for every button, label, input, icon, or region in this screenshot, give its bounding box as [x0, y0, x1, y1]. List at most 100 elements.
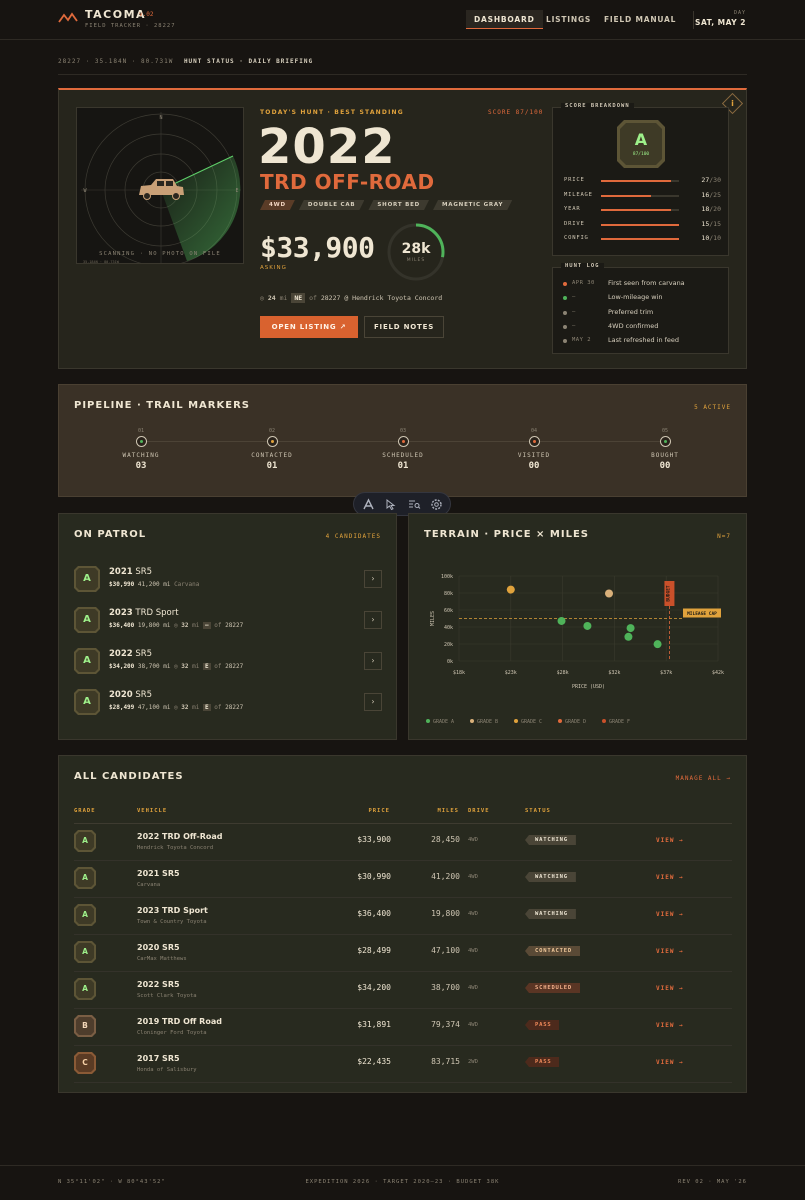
- price-cell: $28,499: [357, 946, 391, 955]
- score-bar: [601, 180, 679, 182]
- chevron-right-icon[interactable]: ›: [364, 570, 382, 588]
- direction-tag: —: [203, 622, 211, 629]
- of-label: of: [309, 294, 317, 302]
- score-label: PRICE: [564, 177, 585, 183]
- logo-icon[interactable]: [58, 12, 78, 24]
- stage-dot: [139, 440, 143, 443]
- score-value: 15/15: [701, 220, 721, 228]
- logo-icon[interactable]: [362, 498, 375, 511]
- view-link[interactable]: VIEW →: [656, 911, 684, 918]
- radar-placeholder: N E S W SCANNING · NO PHOTO ON FILE 35.1…: [76, 107, 244, 264]
- score-value: 27/30: [701, 176, 721, 184]
- view-link[interactable]: VIEW →: [656, 837, 684, 844]
- dealer-name: Town & Country Toyota: [137, 919, 207, 925]
- of-label: of: [214, 622, 222, 629]
- table-row[interactable]: B 2019 TRD Off Road Cloninger Ford Toyota $…: [74, 1009, 732, 1046]
- patrol-item[interactable]: A 2021 SR5 $30,990 41,200 mi Carvana ›: [74, 564, 382, 594]
- data-point[interactable]: [506, 585, 515, 594]
- cursor-icon[interactable]: [384, 498, 397, 511]
- table-row[interactable]: C 2017 SR5 Honda of Salisbury $22,435 83,715…: [74, 1046, 732, 1083]
- stage-dot: [532, 440, 536, 443]
- data-point[interactable]: [626, 624, 635, 633]
- tab-field-manual[interactable]: FIELD MANUAL: [604, 10, 676, 29]
- divider: [58, 74, 747, 75]
- score-breakdown-title: SCORE BREAKDOWN: [561, 103, 634, 109]
- data-point[interactable]: [583, 621, 592, 630]
- log-entry: MAY 2 Last refreshed in feed: [563, 336, 723, 346]
- status-bar: 28227 · 35.184N · 80.731W HUNT STATUS · …: [58, 58, 313, 65]
- chevron-right-icon[interactable]: ›: [364, 652, 382, 670]
- radar-coords: 35.184N · 80.731W: [83, 260, 119, 264]
- table-row[interactable]: A 2022 SR5 Scott Clark Toyota $34,200 38,700…: [74, 972, 732, 1009]
- todays-hunt-panel: N E S W SCANNING · NO PHOTO ON FILE 35.1…: [58, 88, 747, 369]
- radar-caption: SCANNING · NO PHOTO ON FILE: [99, 251, 221, 257]
- status-title: HUNT STATUS · DAILY BRIEFING: [183, 58, 314, 65]
- price-cell: $31,891: [357, 1020, 391, 1029]
- table-row[interactable]: A 2021 SR5 Carvana $30,990 41,200 4WD WATCHING…: [74, 861, 732, 898]
- price-cell: $22,435: [357, 1057, 391, 1066]
- score-label: CONFIG: [564, 235, 589, 241]
- direction-tag: E: [203, 663, 211, 670]
- log-entry: APR 30 First seen from carvana: [563, 279, 723, 289]
- view-link[interactable]: VIEW →: [656, 1059, 684, 1066]
- score-value: 16/25: [701, 191, 721, 199]
- stage-count: 00: [528, 461, 540, 471]
- score-row: YEAR 18/20: [564, 205, 721, 215]
- chip-cab: DOUBLE CAB: [299, 200, 365, 210]
- tab-dashboard[interactable]: DASHBOARD: [466, 10, 543, 29]
- pipeline-stage-watching[interactable]: 01 WATCHING 03: [101, 428, 181, 471]
- patrol-item[interactable]: A 2023 TRD Sport $36,400 19,800 mi ◎ 32 mi…: [74, 605, 382, 635]
- on-patrol-title: ON PATROL: [74, 529, 147, 540]
- view-link[interactable]: VIEW →: [656, 948, 684, 955]
- dealer-name: CarMax Matthews: [137, 956, 187, 962]
- data-point[interactable]: [557, 616, 566, 625]
- chevron-right-icon[interactable]: ›: [364, 693, 382, 711]
- nav-divider: [693, 11, 694, 29]
- score-max: /25: [709, 190, 721, 199]
- open-listing-button[interactable]: OPEN LISTING ↗: [260, 316, 358, 338]
- view-link[interactable]: VIEW →: [656, 1022, 684, 1029]
- pipeline-stage-scheduled[interactable]: 03 SCHEDULED 01: [363, 428, 443, 471]
- search-list-icon[interactable]: [408, 498, 421, 511]
- vehicle-price: $36,400: [109, 622, 135, 629]
- miles-value: 28k: [401, 241, 431, 257]
- patrol-item[interactable]: A 2022 SR5 $34,200 38,700 mi ◎ 32 mi E of …: [74, 646, 382, 676]
- data-point[interactable]: [605, 589, 614, 598]
- legend-label: GRADE B: [477, 719, 498, 725]
- grade-letter: A: [76, 980, 94, 998]
- pipeline-stage-visited[interactable]: 04 VISITED 00: [494, 428, 574, 471]
- vehicle-miles: 41,200 mi: [137, 581, 171, 588]
- field-notes-button[interactable]: FIELD NOTES: [364, 316, 444, 338]
- view-link[interactable]: VIEW →: [656, 985, 684, 992]
- score-bar-fill: [601, 238, 679, 240]
- top-nav: TACOMA v.02 FIELD TRACKER · 28227 DASHBO…: [0, 0, 805, 40]
- brand-name[interactable]: TACOMA: [85, 8, 146, 21]
- data-point[interactable]: [653, 640, 662, 649]
- legend-swatch: [426, 719, 430, 723]
- patrol-item[interactable]: A 2020 SR5 $28,499 47,100 mi ◎ 32 mi E of …: [74, 687, 382, 717]
- patrol-meta: $28,499 47,100 mi ◎ 32 mi E of 28227: [109, 704, 243, 711]
- table-row[interactable]: A 2023 TRD Sport Town & Country Toyota $36,…: [74, 898, 732, 935]
- stage-count: 03: [135, 461, 147, 471]
- scatter-chart: 0k 20k 40k 60k 80k 100k $18k $23k $28k $32k $37k $4…: [426, 574, 724, 725]
- stage-label: WATCHING: [122, 452, 160, 459]
- gear-icon[interactable]: [430, 498, 443, 511]
- chevron-right-icon[interactable]: ›: [364, 611, 382, 629]
- manage-all-link[interactable]: MANAGE ALL →: [676, 775, 731, 782]
- drive-cell: 2WD: [468, 1059, 478, 1065]
- table-row[interactable]: A 2020 SR5 CarMax Matthews $28,499 47,100 4WD…: [74, 935, 732, 972]
- x-tick-label: $23k: [505, 670, 517, 676]
- view-link[interactable]: VIEW →: [656, 874, 684, 881]
- distance: 24: [267, 294, 276, 302]
- score-bar: [601, 194, 679, 197]
- table-row[interactable]: A 2022 TRD Off-Road Hendrick Toyota Concor…: [74, 824, 732, 861]
- footer-divider: [0, 1165, 805, 1166]
- vehicle-year: 2023: [109, 608, 133, 618]
- tab-listings[interactable]: LISTINGS: [546, 10, 591, 29]
- data-point[interactable]: [624, 632, 633, 641]
- pipeline-stage-contacted[interactable]: 02 CONTACTED 01: [232, 428, 312, 471]
- log-date: MAY 2: [572, 337, 592, 344]
- score-value: 18/20: [701, 205, 721, 213]
- stage-marker: [135, 436, 147, 447]
- pipeline-stage-bought[interactable]: 05 BOUGHT 00: [625, 428, 705, 471]
